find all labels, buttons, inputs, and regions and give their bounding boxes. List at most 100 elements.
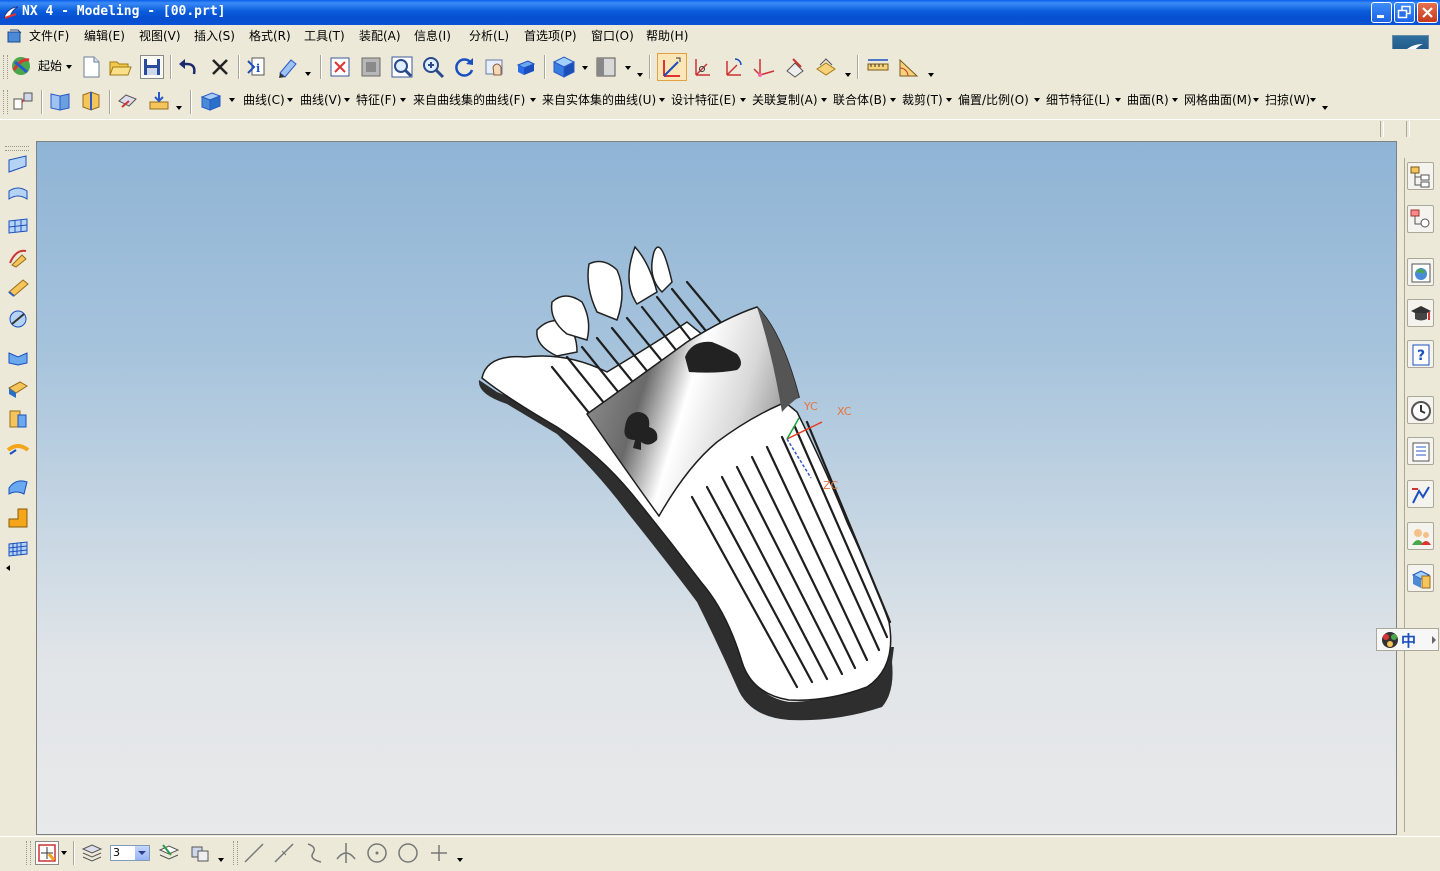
curve-dropdown-arrow[interactable]: [287, 98, 294, 103]
arc-icon[interactable]: [303, 841, 327, 865]
shaded-view-icon[interactable]: [552, 54, 576, 78]
information-icon[interactable]: i: [244, 55, 268, 79]
wcs-rotate-icon[interactable]: [721, 55, 745, 79]
block-dropdown-arrow[interactable]: [229, 98, 236, 103]
book-icon[interactable]: [48, 89, 72, 113]
menu-curve[interactable]: 曲线(C): [243, 92, 285, 108]
trim-dropdown-arrow[interactable]: [946, 98, 953, 103]
menu-surface[interactable]: 曲面(R): [1127, 92, 1169, 108]
roles-icon[interactable]: [1407, 480, 1434, 508]
display-mode-icon[interactable]: [594, 55, 618, 79]
training-icon[interactable]: [1407, 299, 1434, 327]
surface-dropdown-arrow[interactable]: [1172, 98, 1179, 103]
sweep-dropdown-arrow[interactable]: [1310, 98, 1317, 103]
wcs-display-icon[interactable]: [814, 55, 838, 79]
graphics-window[interactable]: YC XC ZC: [36, 141, 1397, 835]
feature-toolbar-options-arrow[interactable]: [1322, 106, 1329, 111]
wave-link-icon[interactable]: [116, 89, 140, 113]
document-icon[interactable]: [7, 29, 23, 44]
assembly-icon[interactable]: [11, 89, 35, 113]
save-icon[interactable]: [140, 55, 164, 79]
menu-curve-from-curves[interactable]: 来自曲线集的曲线(F): [413, 92, 525, 108]
curve-from-curves-dropdown-arrow[interactable]: [530, 98, 537, 103]
start-label[interactable]: 起始: [38, 58, 62, 74]
circle-center-icon[interactable]: [396, 841, 420, 865]
new-icon[interactable]: [79, 55, 103, 79]
system-materials-icon[interactable]: [1407, 437, 1434, 465]
normal-line-icon[interactable]: [334, 841, 358, 865]
system-scenes-icon[interactable]: [1407, 564, 1434, 592]
menu-trim[interactable]: 裁剪(T): [902, 92, 943, 108]
minimize-button[interactable]: [1371, 2, 1392, 23]
bridge-icon[interactable]: [6, 438, 30, 462]
orient-view-icon[interactable]: [514, 55, 538, 79]
nx-app-icon[interactable]: [3, 5, 19, 21]
measure-distance-icon[interactable]: [866, 55, 890, 79]
menu-format[interactable]: 格式(R): [249, 28, 291, 45]
copy-to-layer-icon[interactable]: [189, 841, 213, 865]
menu-window[interactable]: 窗口(O): [591, 28, 634, 45]
open-icon[interactable]: [108, 55, 132, 79]
menu-detail-feature[interactable]: 细节特征(L): [1046, 92, 1110, 108]
point-icon[interactable]: [427, 841, 451, 865]
wcs-orient-icon[interactable]: [752, 55, 776, 79]
menu-feature[interactable]: 特征(F): [356, 92, 396, 108]
combine-dropdown-arrow[interactable]: [890, 98, 897, 103]
associative-copy-dropdown-arrow[interactable]: [821, 98, 828, 103]
menu-assemblies[interactable]: 装配(A): [359, 28, 401, 45]
design-feature-dropdown-arrow[interactable]: [740, 98, 747, 103]
assemblies-toolbar-options-arrow[interactable]: [176, 106, 183, 111]
rotate-icon[interactable]: [452, 55, 476, 79]
wcs-save-icon[interactable]: [783, 55, 807, 79]
offset-surface-icon[interactable]: [6, 407, 30, 431]
toolbar-more-arrow[interactable]: [6, 565, 10, 571]
line-icon[interactable]: [242, 841, 266, 865]
mesh-surface-dropdown-arrow[interactable]: [1253, 98, 1260, 103]
toolbar-grip[interactable]: [5, 146, 29, 151]
layer-settings-icon[interactable]: [80, 841, 104, 865]
start-icon[interactable]: [9, 54, 33, 78]
menu-curve-edit[interactable]: 曲线(V): [300, 92, 342, 108]
menu-view[interactable]: 视图(V): [139, 28, 181, 45]
measure-angle-icon[interactable]: [897, 55, 921, 79]
menu-design-feature[interactable]: 设计特征(E): [671, 92, 736, 108]
sew-icon[interactable]: [6, 536, 30, 560]
layer-toolbar-options-arrow[interactable]: [218, 858, 225, 863]
undo-icon[interactable]: [176, 55, 200, 79]
extract-icon[interactable]: [147, 89, 171, 113]
close-button[interactable]: [1417, 2, 1438, 23]
line-point-icon[interactable]: [272, 841, 296, 865]
analysis-toolbar-options-arrow[interactable]: [928, 73, 935, 78]
menu-preferences[interactable]: 首选项(P): [524, 28, 577, 45]
curve-toolbar-options-arrow[interactable]: [457, 858, 464, 863]
model-view[interactable]: [37, 142, 1397, 835]
move-to-layer-icon[interactable]: [157, 841, 181, 865]
pan-icon[interactable]: [483, 55, 507, 79]
menu-information[interactable]: 信息(I): [414, 28, 451, 45]
through-curves-icon[interactable]: [6, 183, 30, 207]
wcs-toolbar-options-arrow[interactable]: [845, 73, 852, 78]
display-mode-dropdown-arrow[interactable]: [625, 66, 632, 71]
trimmed-sheet-icon[interactable]: [6, 505, 30, 529]
edit-dropdown-arrow[interactable]: [305, 72, 312, 77]
circle-icon[interactable]: [365, 841, 389, 865]
web-browser-icon[interactable]: [1407, 258, 1434, 286]
law-extension-icon[interactable]: [6, 474, 30, 498]
menu-edit[interactable]: 编辑(E): [84, 28, 125, 45]
snap-point-dropdown-arrow[interactable]: [61, 851, 68, 856]
history-icon[interactable]: [1407, 396, 1434, 424]
toolbar-grip[interactable]: [26, 841, 31, 865]
menu-analysis[interactable]: 分析(L): [469, 28, 509, 45]
fit-icon[interactable]: [328, 55, 352, 79]
snap-point-icon[interactable]: [35, 841, 59, 865]
menu-help[interactable]: 帮助(H): [646, 28, 688, 45]
menu-associative-copy[interactable]: 关联复制(A): [752, 92, 818, 108]
ime-toolbar[interactable]: 中: [1376, 628, 1439, 651]
zoom-icon[interactable]: [390, 55, 414, 79]
assembly-navigator-icon[interactable]: [1407, 162, 1434, 190]
edit-object-icon[interactable]: [276, 55, 300, 79]
extension-icon[interactable]: [6, 376, 30, 400]
render-style-dropdown-arrow[interactable]: [582, 66, 589, 71]
ruled-icon[interactable]: [6, 276, 30, 300]
delete-icon[interactable]: [208, 55, 232, 79]
